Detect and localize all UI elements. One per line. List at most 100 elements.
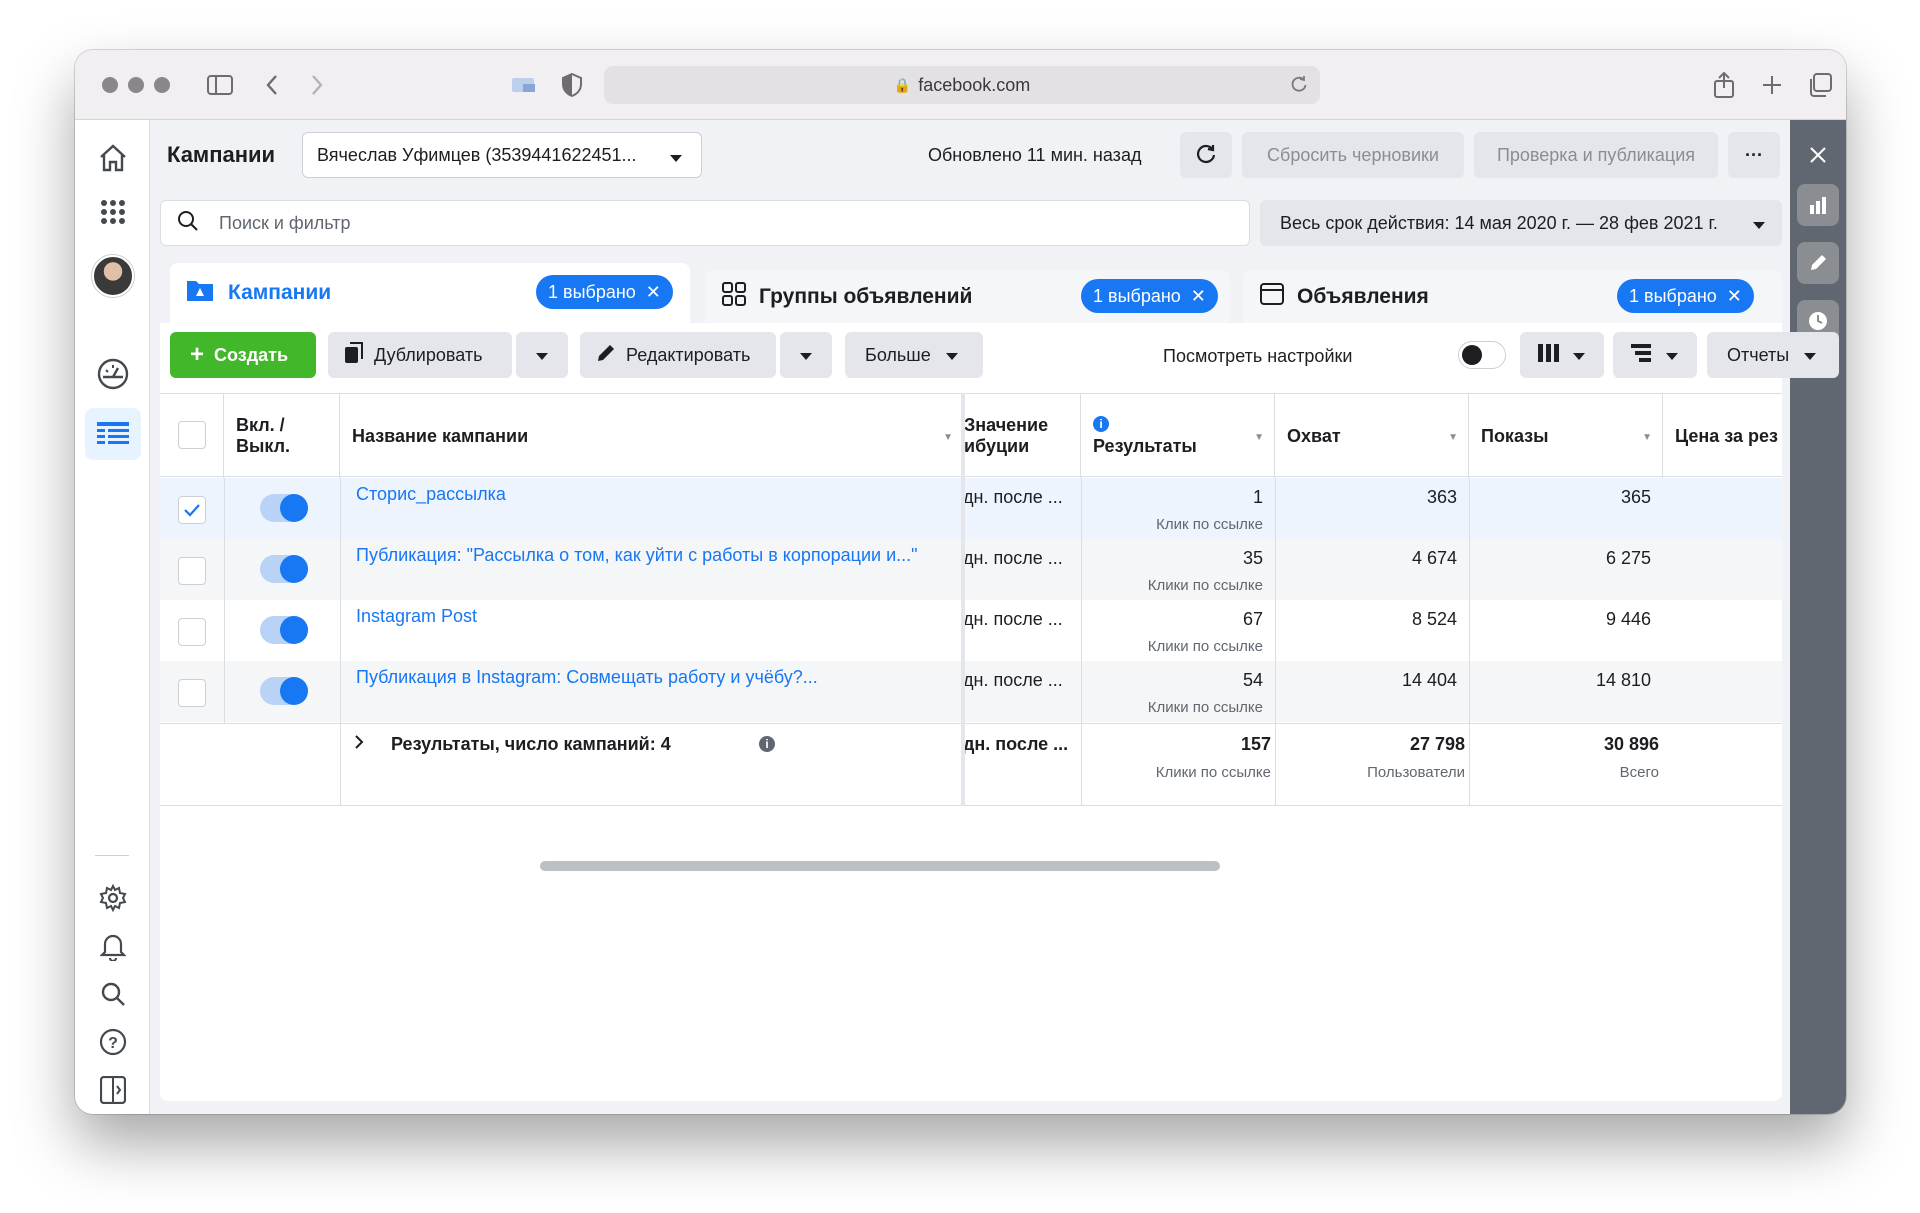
campaign-name-link[interactable]: Instagram Post (356, 606, 477, 627)
refresh-button[interactable] (1180, 132, 1232, 178)
campaign-toggle[interactable] (260, 555, 308, 583)
forward-icon[interactable] (305, 70, 329, 100)
totals-reach: 27 798 (1409, 734, 1465, 754)
table-row[interactable]: Публикация в Instagram: Совмещать работу… (160, 661, 1782, 722)
help-icon[interactable]: ? (85, 1016, 141, 1068)
close-window-button[interactable] (102, 77, 118, 93)
minimize-window-button[interactable] (128, 77, 144, 93)
impressions-value: 9 446 (1605, 609, 1651, 629)
table-row[interactable]: Instagram Post дн. после ... 67 Клики по… (160, 600, 1782, 661)
share-icon[interactable] (1710, 70, 1738, 100)
privacy-shield-icon[interactable] (560, 70, 584, 100)
header-attribution[interactable]: Значение ибуции (964, 394, 1081, 478)
view-settings-toggle[interactable] (1458, 341, 1506, 374)
more-options-button[interactable]: ··· (1728, 132, 1780, 178)
expand-chevron-icon[interactable] (354, 734, 364, 755)
info-icon[interactable]: i (1093, 415, 1109, 432)
ads-manager-table-icon[interactable] (85, 408, 141, 460)
search-filter-bar[interactable]: Поиск и фильтр (160, 200, 1250, 246)
edit-button[interactable]: Редактировать (580, 332, 776, 378)
frozen-column-divider (961, 393, 965, 806)
edit-dropdown-button[interactable] (780, 332, 832, 378)
campaign-toggle[interactable] (260, 677, 308, 705)
row-checkbox[interactable] (178, 679, 206, 707)
header-reach[interactable]: Охват ▼ (1275, 394, 1469, 478)
chevron-down-icon (799, 345, 813, 366)
more-actions-button[interactable]: Больше (845, 332, 983, 378)
results-value: 35 (1242, 548, 1263, 568)
tab-campaigns-selection-badge[interactable]: 1 выбрано ✕ (536, 275, 673, 309)
campaign-name-link[interactable]: Публикация в Instagram: Совмещать работу… (356, 667, 818, 688)
new-tab-icon[interactable] (1758, 70, 1786, 100)
row-checkbox[interactable] (178, 496, 206, 524)
charts-icon[interactable] (1797, 184, 1839, 226)
campaign-name-link[interactable]: Публикация: "Рассылка о том, как уйти с … (356, 545, 918, 566)
breakdown-button[interactable] (1613, 332, 1697, 378)
account-selector[interactable]: Вячеслав Уфимцев (3539441622451... (302, 132, 702, 178)
tab-ad-sets[interactable]: Группы объявлений 1 выбрано ✕ (705, 270, 1230, 323)
date-range-selector[interactable]: Весь срок действия: 14 мая 2020 г. — 28 … (1260, 200, 1782, 246)
browser-toolbar: 🔒 facebook.com (75, 50, 1846, 120)
search-icon[interactable] (85, 968, 141, 1020)
totals-label: Результаты, число кампаний: 4 (391, 734, 671, 754)
select-all-header (160, 394, 224, 478)
nav-divider (95, 855, 129, 856)
address-bar[interactable]: 🔒 facebook.com (604, 66, 1320, 104)
campaign-toggle[interactable] (260, 494, 308, 522)
breakdown-icon (1631, 343, 1653, 367)
reports-button[interactable]: Отчеты (1707, 332, 1839, 378)
horizontal-scrollbar[interactable] (540, 861, 1220, 871)
impressions-value: 6 275 (1605, 548, 1651, 568)
close-icon[interactable]: ✕ (1727, 286, 1742, 307)
notifications-bell-icon[interactable] (85, 920, 141, 972)
campaign-name-link[interactable]: Сторис_рассылка (356, 484, 506, 505)
tab-ads[interactable]: Объявления 1 выбрано ✕ (1243, 270, 1782, 323)
close-icon[interactable]: ✕ (646, 282, 661, 303)
edit-pencil-icon[interactable] (1797, 242, 1839, 284)
back-icon[interactable] (260, 70, 284, 100)
account-name: Вячеслав Уфимцев (3539441622451... (317, 144, 637, 165)
row-checkbox[interactable] (178, 618, 206, 646)
tab-campaigns[interactable]: Кампании 1 выбрано ✕ (170, 263, 690, 323)
settings-gear-icon[interactable] (85, 872, 141, 924)
duplicate-button[interactable]: Дублировать (328, 332, 512, 378)
close-icon[interactable]: ✕ (1191, 286, 1206, 307)
close-icon[interactable] (1797, 134, 1839, 176)
reach-value: 14 404 (1401, 670, 1457, 690)
info-icon[interactable]: i (759, 736, 775, 752)
page-title: Кампании (167, 142, 276, 167)
row-checkbox[interactable] (178, 557, 206, 585)
reload-icon[interactable] (1290, 74, 1308, 99)
campaign-toggle[interactable] (260, 616, 308, 644)
tab-ads-selection-badge[interactable]: 1 выбрано ✕ (1617, 279, 1754, 313)
header-results[interactable]: i Результаты ▼ (1081, 394, 1275, 478)
reset-drafts-button[interactable]: Сбросить черновики (1242, 132, 1464, 178)
review-publish-button[interactable]: Проверка и публикация (1474, 132, 1718, 178)
tab-overview-icon[interactable] (1805, 70, 1835, 100)
chevron-down-icon (1665, 345, 1679, 366)
results-value: 1 (1252, 487, 1263, 507)
totals-reach-sub: Пользователи (1367, 764, 1465, 781)
header-campaign-name[interactable]: Название кампании ▼ (340, 394, 964, 478)
sidebar-toggle-icon[interactable] (205, 70, 235, 100)
home-icon[interactable] (85, 132, 141, 184)
columns-button[interactable] (1520, 332, 1604, 378)
tab-ad-sets-selection-badge[interactable]: 1 выбрано ✕ (1081, 279, 1218, 313)
table-row[interactable]: Публикация: "Рассылка о том, как уйти с … (160, 539, 1782, 600)
zoom-window-button[interactable] (154, 77, 170, 93)
profile-avatar[interactable] (85, 250, 141, 302)
result-type: Клик по ссылке (1156, 516, 1263, 533)
create-button[interactable]: + Создать (170, 332, 316, 378)
header-onoff[interactable]: Вкл. / Выкл. (224, 394, 340, 478)
sort-icon: ▼ (943, 432, 953, 443)
right-rail (1790, 120, 1846, 1114)
header-impressions[interactable]: Показы ▼ (1469, 394, 1663, 478)
table-row[interactable]: Сторис_рассылка дн. после ... 1 Клик по … (160, 478, 1782, 539)
select-all-checkbox[interactable] (178, 421, 206, 449)
header-cost-per-result[interactable]: Цена за рез (1663, 394, 1782, 478)
dashboard-gauge-icon[interactable] (85, 348, 141, 400)
svg-text:?: ? (108, 1035, 118, 1052)
all-tools-icon[interactable] (85, 186, 141, 238)
duplicate-dropdown-button[interactable] (516, 332, 568, 378)
side-panel-icon[interactable] (85, 1064, 141, 1114)
